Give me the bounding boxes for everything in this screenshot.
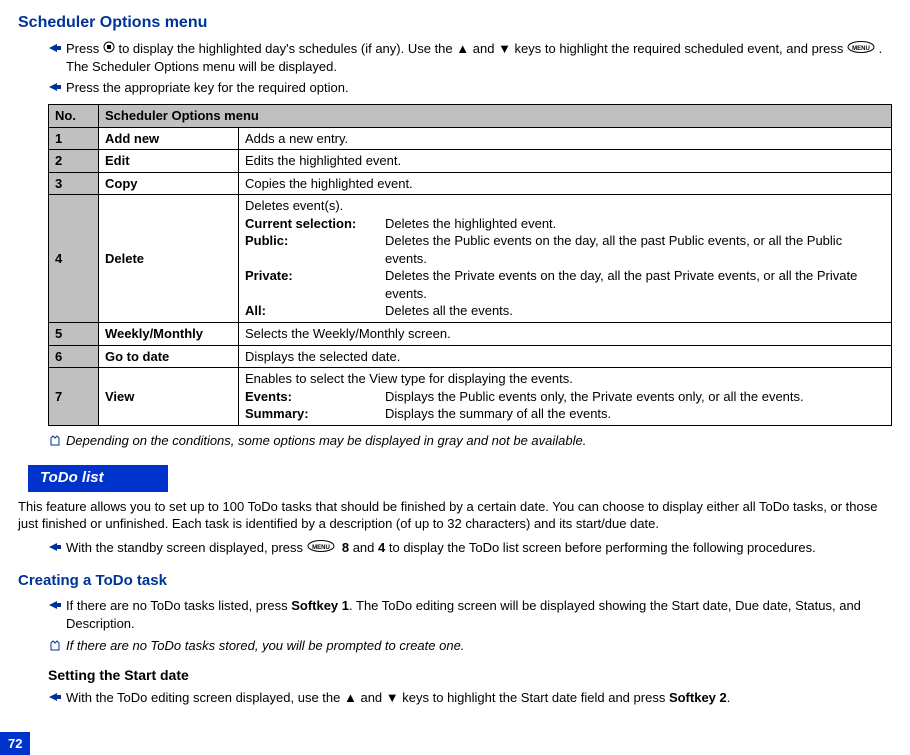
cell-name: Copy <box>99 172 239 195</box>
sub-value: Deletes all the events. <box>385 302 880 320</box>
cell-name: Weekly/Monthly <box>99 323 239 346</box>
pointer-icon <box>48 539 66 558</box>
cell-name: Delete <box>99 195 239 323</box>
instruction-text: With the ToDo editing screen displayed, … <box>66 689 892 707</box>
table-row: 2 Edit Edits the highlighted event. <box>49 150 892 173</box>
heading-creating-task: Creating a ToDo task <box>18 571 892 591</box>
desc-intro: Enables to select the View type for disp… <box>245 370 885 388</box>
info-hand-icon <box>48 637 66 657</box>
sub-label: Public: <box>245 232 385 250</box>
cell-no: 7 <box>49 368 99 426</box>
cell-desc: Edits the highlighted event. <box>239 150 892 173</box>
select-center-key-icon <box>103 40 115 58</box>
menu-key-icon: MENU <box>847 40 875 58</box>
pointer-icon <box>48 79 66 98</box>
cell-desc: Adds a new entry. <box>239 127 892 150</box>
cell-no: 3 <box>49 172 99 195</box>
cell-desc: Deletes event(s). Current selection:Dele… <box>239 195 892 323</box>
instruction-text: With the standby screen displayed, press… <box>66 539 892 557</box>
todo-intro: This feature allows you to set up to 100… <box>18 498 892 533</box>
cell-desc: Copies the highlighted event. <box>239 172 892 195</box>
cell-desc: Enables to select the View type for disp… <box>239 368 892 426</box>
note-row: If there are no ToDo tasks stored, you w… <box>48 637 892 657</box>
instruction-row: If there are no ToDo tasks listed, press… <box>48 597 892 632</box>
col-header-menu: Scheduler Options menu <box>99 105 892 128</box>
up-arrow-icon: ▲ <box>456 41 469 56</box>
page-number: 72 <box>0 732 30 755</box>
table-row: 6 Go to date Displays the selected date. <box>49 345 892 368</box>
cell-no: 5 <box>49 323 99 346</box>
cell-name: View <box>99 368 239 426</box>
cell-name: Add new <box>99 127 239 150</box>
instruction-row: Press to display the highlighted day's s… <box>48 40 892 76</box>
table-row: 3 Copy Copies the highlighted event. <box>49 172 892 195</box>
instruction-row: With the standby screen displayed, press… <box>48 539 892 558</box>
table-header-row: No. Scheduler Options menu <box>49 105 892 128</box>
sub-value: Deletes the highlighted event. <box>385 215 880 233</box>
pointer-icon <box>48 597 66 616</box>
info-hand-icon <box>48 432 66 452</box>
table-row: 7 View Enables to select the View type f… <box>49 368 892 426</box>
pointer-icon <box>48 40 66 59</box>
heading-scheduler-options: Scheduler Options menu <box>18 12 892 34</box>
sub-value: Displays the summary of all the events. <box>385 405 880 423</box>
up-arrow-icon: ▲ <box>344 690 357 705</box>
menu-key-icon: MENU <box>307 539 335 557</box>
sub-label: Private: <box>245 267 385 285</box>
note-row: Depending on the conditions, some option… <box>48 432 892 452</box>
svg-text:MENU: MENU <box>852 46 870 52</box>
cell-no: 6 <box>49 345 99 368</box>
todo-section-bar: ToDo list <box>28 465 168 491</box>
instruction-text: If there are no ToDo tasks listed, press… <box>66 597 892 632</box>
sub-label: Current selection: <box>245 215 385 233</box>
scheduler-options-table: No. Scheduler Options menu 1 Add new Add… <box>48 104 892 426</box>
instruction-text: Press to display the highlighted day's s… <box>66 40 892 76</box>
instruction-text: Press the appropriate key for the requir… <box>66 79 892 97</box>
cell-name: Edit <box>99 150 239 173</box>
desc-intro: Deletes event(s). <box>245 197 885 215</box>
cell-desc: Selects the Weekly/Monthly screen. <box>239 323 892 346</box>
cell-name: Go to date <box>99 345 239 368</box>
col-header-no: No. <box>49 105 99 128</box>
sub-label: Summary: <box>245 405 385 423</box>
sub-label: Events: <box>245 388 385 406</box>
down-arrow-icon: ▼ <box>498 41 511 56</box>
cell-no: 1 <box>49 127 99 150</box>
table-row: 4 Delete Deletes event(s). Current selec… <box>49 195 892 323</box>
sub-value: Deletes the Public events on the day, al… <box>385 232 880 267</box>
table-row: 5 Weekly/Monthly Selects the Weekly/Mont… <box>49 323 892 346</box>
down-arrow-icon: ▼ <box>386 690 399 705</box>
note-gray-text: Depending on the conditions, some option… <box>66 432 892 450</box>
svg-text:MENU: MENU <box>312 545 330 551</box>
note-create-text: If there are no ToDo tasks stored, you w… <box>66 637 892 655</box>
sub-value: Displays the Public events only, the Pri… <box>385 388 880 406</box>
cell-desc: Displays the selected date. <box>239 345 892 368</box>
cell-no: 2 <box>49 150 99 173</box>
cell-no: 4 <box>49 195 99 323</box>
pointer-icon <box>48 689 66 708</box>
sub-label: All: <box>245 302 385 320</box>
sub-value: Deletes the Private events on the day, a… <box>385 267 880 302</box>
instruction-row: With the ToDo editing screen displayed, … <box>48 689 892 708</box>
table-row: 1 Add new Adds a new entry. <box>49 127 892 150</box>
instruction-row: Press the appropriate key for the requir… <box>48 79 892 98</box>
heading-setting-start: Setting the Start date <box>48 666 892 685</box>
